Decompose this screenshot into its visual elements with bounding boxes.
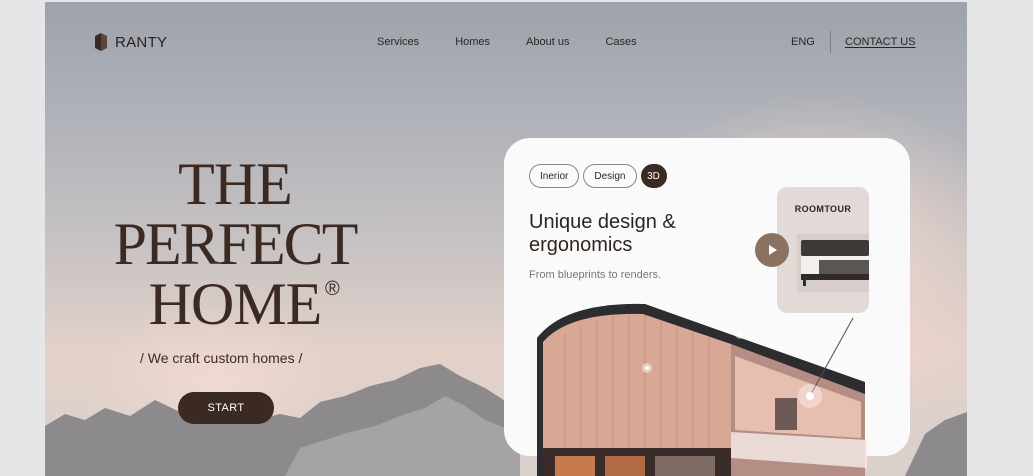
hero-title: THE PERFECT HOME	[85, 154, 385, 334]
play-icon	[769, 245, 777, 255]
language-selector[interactable]: ENG	[791, 36, 815, 48]
header-divider	[830, 31, 831, 53]
registered-mark: ®	[325, 278, 340, 300]
nav-item-cases[interactable]: Cases	[605, 36, 636, 48]
hero-title-line-1: THE	[178, 151, 293, 217]
card-title-line-1: Unique design &	[529, 211, 676, 233]
roomtour-label: ROOMTOUR	[794, 204, 852, 214]
house-illustration	[537, 303, 867, 476]
start-button[interactable]: START	[178, 392, 274, 424]
nav-item-services[interactable]: Services	[377, 36, 419, 48]
hero-title-line-3: HOME	[148, 271, 323, 337]
nav-item-homes[interactable]: Homes	[455, 36, 490, 48]
hero-frame: RANTY Services Homes About us Cases ENG …	[45, 2, 967, 476]
brand-name: RANTY	[115, 33, 168, 51]
play-button[interactable]	[755, 233, 789, 267]
contact-us-link[interactable]: CONTACT US	[845, 36, 916, 48]
category-chips: Inerior Design 3D	[529, 164, 667, 188]
hero-title-line-2: PERFECT	[113, 211, 359, 277]
main-nav: Services Homes About us Cases	[377, 36, 637, 48]
card-subtitle: From blueprints to renders.	[529, 269, 662, 281]
chip-interior[interactable]: Inerior	[529, 164, 580, 188]
card-title: Unique design & ergonomics	[529, 211, 749, 257]
brand-logo[interactable]: RANTY	[95, 33, 167, 51]
nav-item-about-us[interactable]: About us	[526, 36, 569, 48]
bed-image	[797, 234, 869, 292]
chip-3d[interactable]: 3D	[640, 164, 667, 188]
logo-mark-icon	[95, 33, 107, 51]
card-title-line-2: ergonomics	[529, 234, 633, 256]
hero-tagline: / We craft custom homes /	[140, 350, 303, 366]
chip-design[interactable]: Design	[583, 164, 637, 188]
